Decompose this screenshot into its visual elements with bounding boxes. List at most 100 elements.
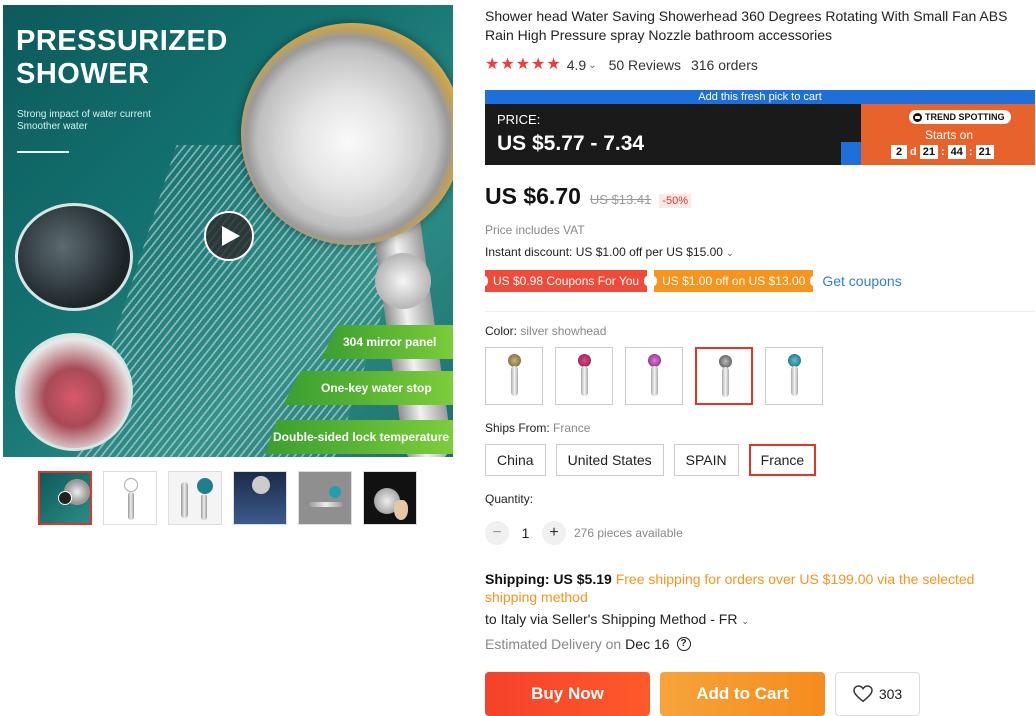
shower-face-graphic [273, 67, 423, 217]
color-label: Color: silver showhead [485, 324, 606, 338]
shipping-destination: to Italy via Seller's Shipping Method - … [485, 611, 738, 627]
quantity-label: Quantity: [485, 492, 534, 506]
quantity-decrease-button[interactable]: − [485, 521, 509, 545]
countdown-sep: : [968, 146, 973, 158]
countdown-minutes: 44 [947, 145, 966, 159]
rating-value[interactable]: 4.9 [567, 57, 586, 73]
wishlist-count: 303 [878, 686, 903, 702]
promo-caption: Add this fresh pick to cart [485, 90, 1035, 104]
countdown-seconds: 21 [975, 145, 994, 159]
hero-subtitle: Strong impact of water current Smoother … [17, 109, 151, 132]
thumb-shower-icon [329, 486, 341, 498]
chevron-down-icon[interactable]: ⌄ [588, 60, 596, 71]
thumbnail-6[interactable] [363, 471, 417, 525]
thumbnail-1[interactable] [38, 471, 92, 525]
countdown-sep: : [940, 146, 945, 158]
ship-option-france[interactable]: France [748, 444, 817, 476]
coupon-for-you[interactable]: US $0.98 Coupons For You [481, 270, 651, 292]
ship-option-china[interactable]: China [485, 444, 546, 476]
promo-price-value: US $5.77 - 7.34 [497, 132, 645, 155]
shower-handle-icon [722, 367, 729, 397]
feature-banner-water-stop: One-key water stop [283, 371, 453, 405]
ships-from-options: China United States SPAIN France [485, 444, 817, 476]
starts-on-label: Starts on [925, 128, 974, 142]
shipping-cost: Shipping: US $5.19 [485, 571, 612, 587]
thumbnail-strip [38, 471, 417, 525]
promo-price-label: PRICE: [497, 112, 541, 127]
original-price: US $13.41 [589, 192, 652, 207]
swatch-red[interactable] [555, 347, 613, 405]
shower-handle-icon [511, 366, 518, 396]
chevron-down-icon[interactable]: ⌄ [741, 616, 749, 626]
color-selected-value: silver showhead [520, 324, 607, 338]
help-icon[interactable]: ? [676, 637, 691, 651]
thumb-handle [128, 492, 134, 520]
instant-discount[interactable]: Instant discount: US $1.00 off per US $1… [485, 245, 734, 259]
thumb-person-icon [394, 500, 408, 520]
shower-handle-icon [791, 366, 798, 396]
countdown-timer: 2 d 21 : 44 : 21 [891, 145, 994, 159]
eye-icon [913, 112, 922, 122]
detail-circle-nozzle [15, 203, 133, 311]
feature-banner-lock: Double-sided lock temperature [265, 420, 453, 454]
estimated-delivery: Estimated Delivery on Dec 16 ? [485, 636, 691, 652]
rating-row: ★ ★ ★ ★ ★ 4.9 ⌄ 50 Reviews 316 orders [485, 56, 758, 74]
feature-banner-mirror: 304 mirror panel [321, 325, 453, 359]
swatch-bronze[interactable] [485, 347, 543, 405]
coupon-store[interactable]: US $1.00 off on US $13.00 [651, 270, 817, 292]
price-row: US $6.70 US $13.41 -50% [485, 183, 692, 210]
countdown-days: 2 [891, 145, 907, 159]
ship-option-united-states[interactable]: United States [555, 444, 664, 476]
chevron-down-icon[interactable]: ⌄ [726, 248, 734, 258]
swatch-purple[interactable] [625, 347, 683, 405]
product-title: Shower head Water Saving Showerhead 360 … [485, 8, 1008, 43]
discount-badge: -50% [659, 194, 692, 208]
hero-divider [17, 151, 69, 153]
thumb-shower-icon [197, 478, 213, 494]
eta-label: Estimated Delivery on [485, 636, 622, 652]
main-product-image[interactable]: PRESSURIZED SHOWER Strong impact of wate… [3, 5, 453, 457]
star-icon: ★ [531, 56, 546, 73]
quantity-value[interactable]: 1 [509, 525, 542, 541]
trend-label: TREND SPOTTING [925, 112, 1005, 122]
thumbnail-2[interactable] [103, 471, 157, 525]
thumbnail-3[interactable] [168, 471, 222, 525]
add-to-cart-button[interactable]: Add to Cart [660, 672, 825, 716]
instant-discount-text: Instant discount: US $1.00 off per US $1… [485, 245, 723, 259]
get-coupons-link[interactable]: Get coupons [822, 273, 901, 289]
wishlist-button[interactable]: 303 [835, 672, 920, 716]
shower-handle-icon [581, 366, 588, 396]
shipping-info: Shipping: US $5.19 Free shipping for ord… [485, 570, 1005, 606]
swatch-silver[interactable] [695, 347, 753, 405]
thumb-shower-icon [252, 476, 270, 494]
thumb-shower-icon [124, 478, 138, 492]
thumb-handle [181, 482, 188, 518]
countdown-hours: 21 [919, 145, 938, 159]
thumbnail-4[interactable] [233, 471, 287, 525]
vat-note: Price includes VAT [485, 223, 585, 237]
buy-now-button[interactable]: Buy Now [485, 672, 650, 716]
stock-available: 276 pieces available [574, 526, 683, 540]
current-price: US $6.70 [485, 183, 581, 209]
reviews-count[interactable]: 50 Reviews [609, 57, 681, 73]
promo-banner[interactable]: Add this fresh pick to cart PRICE: US $5… [485, 90, 1035, 165]
ship-option-spain[interactable]: SPAIN [673, 444, 739, 476]
color-label-text: Color: [485, 324, 518, 338]
quantity-stepper: − 1 + 276 pieces available [485, 521, 683, 545]
shipping-method[interactable]: to Italy via Seller's Shipping Method - … [485, 611, 749, 627]
star-icon: ★ [515, 56, 531, 73]
thumbnail-5[interactable] [298, 471, 352, 525]
shower-handle-icon [651, 366, 658, 396]
countdown-days-unit: d [910, 146, 917, 158]
trend-spotting-badge: TREND SPOTTING [909, 110, 1011, 124]
quantity-increase-button[interactable]: + [542, 521, 566, 545]
swatch-teal[interactable] [765, 347, 823, 405]
detail-circle-filter [15, 333, 133, 451]
hero-title: PRESSURIZED SHOWER [16, 25, 228, 90]
color-swatches [485, 347, 823, 405]
thumb-handle [309, 502, 343, 507]
thumb-play-icon [58, 491, 72, 505]
ships-from-selected-value: France [553, 421, 591, 435]
orders-count: 316 orders [690, 57, 758, 73]
play-icon[interactable] [204, 211, 254, 261]
